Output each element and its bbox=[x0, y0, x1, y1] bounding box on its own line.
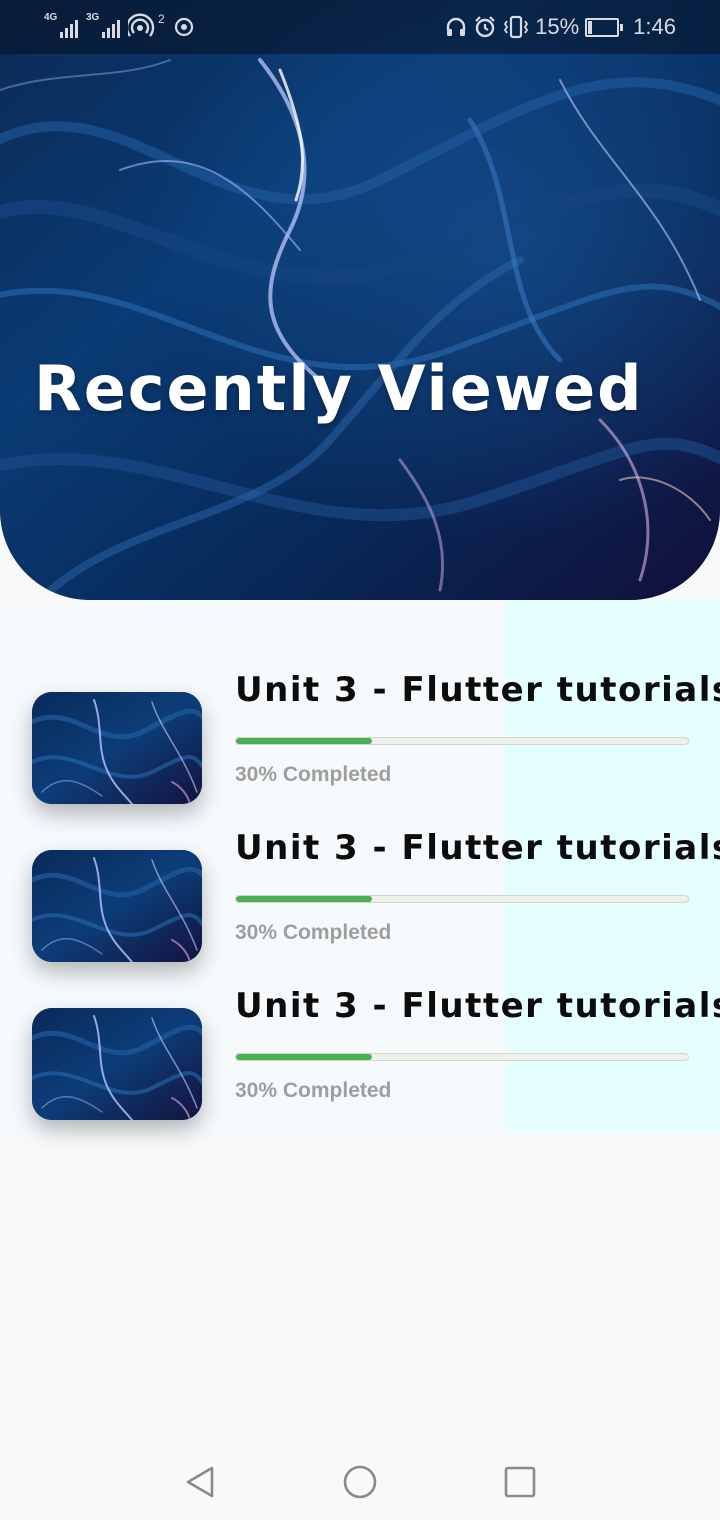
vibrate-icon bbox=[504, 15, 529, 39]
clock: 1:46 bbox=[633, 14, 676, 39]
page-title: Recently Viewed bbox=[34, 352, 644, 425]
course-thumbnail bbox=[32, 850, 202, 962]
marble-background bbox=[0, 0, 720, 600]
recently-viewed-list: Unit 3 - Flutter tutorials 30% Completed… bbox=[0, 600, 720, 1133]
course-thumbnail bbox=[32, 1008, 202, 1120]
status-left: 4G 3G 2 bbox=[44, 12, 195, 38]
progress-bar bbox=[235, 895, 689, 903]
progress-label: 30% Completed bbox=[235, 763, 392, 786]
network-type-label: 3G bbox=[86, 12, 100, 23]
course-item[interactable]: Unit 3 - Flutter tutorials 30% Completed bbox=[0, 820, 720, 970]
course-title: Unit 3 - Flutter tutorials bbox=[235, 828, 720, 868]
course-thumbnail bbox=[32, 692, 202, 804]
hotspot-count: 2 bbox=[158, 12, 165, 26]
status-right: 15% 1:46 bbox=[445, 14, 676, 40]
course-title: Unit 3 - Flutter tutorials bbox=[235, 670, 720, 710]
alarm-icon bbox=[475, 16, 495, 38]
hotspot-icon bbox=[128, 13, 155, 37]
course-item[interactable]: Unit 3 - Flutter tutorials 30% Completed bbox=[0, 978, 720, 1128]
battery-percent: 15% bbox=[535, 14, 580, 39]
recents-square-icon[interactable] bbox=[500, 1462, 540, 1502]
headphones-icon bbox=[446, 17, 466, 36]
home-circle-icon[interactable] bbox=[340, 1462, 380, 1502]
nfc-icon bbox=[174, 17, 193, 37]
progress-fill bbox=[236, 738, 372, 744]
battery-level bbox=[588, 20, 593, 34]
cell-signal-icon: 3G bbox=[86, 12, 120, 38]
course-item[interactable]: Unit 3 - Flutter tutorials 30% Completed bbox=[0, 662, 720, 812]
hero-banner: Recently Viewed bbox=[0, 0, 720, 600]
network-type-label: 4G bbox=[44, 12, 58, 23]
progress-bar bbox=[235, 1053, 689, 1061]
progress-label: 30% Completed bbox=[235, 1079, 392, 1102]
cell-signal-icon: 4G bbox=[44, 12, 78, 38]
battery-icon bbox=[585, 17, 624, 37]
progress-fill bbox=[236, 896, 372, 902]
course-title: Unit 3 - Flutter tutorials bbox=[235, 986, 720, 1026]
system-nav-bar bbox=[0, 1440, 720, 1520]
progress-fill bbox=[236, 1054, 372, 1060]
status-bar: 4G 3G 2 15% 1:46 bbox=[0, 0, 720, 54]
progress-bar bbox=[235, 737, 689, 745]
progress-label: 30% Completed bbox=[235, 921, 392, 944]
back-triangle-icon[interactable] bbox=[180, 1462, 220, 1502]
